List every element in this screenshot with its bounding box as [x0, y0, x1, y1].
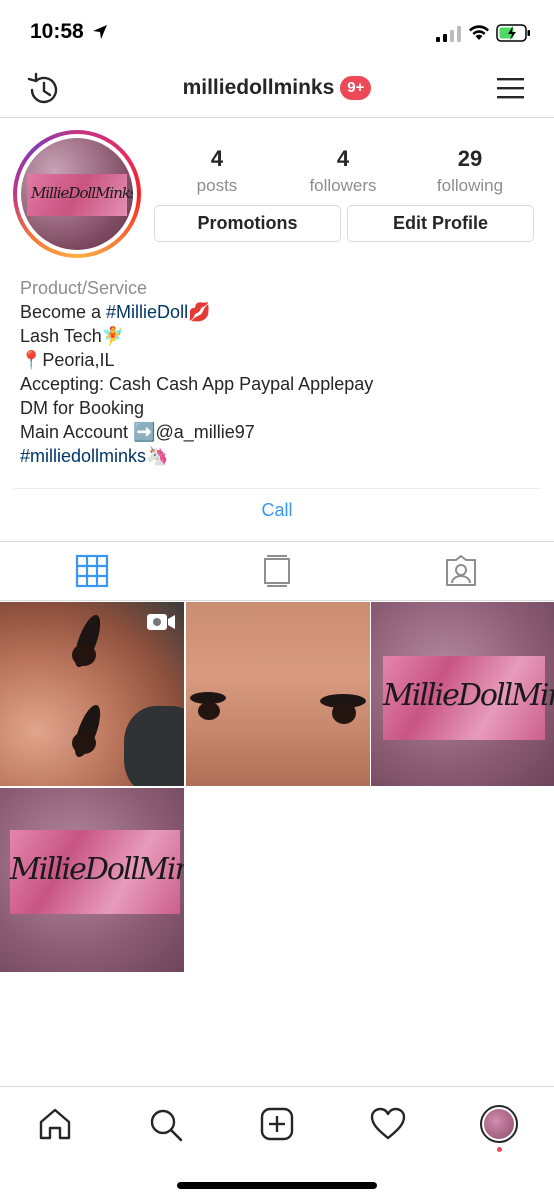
followers-label: followers: [309, 176, 377, 195]
avatar-logo-text: MillieDollMinks: [31, 184, 133, 202]
profile-header-bar: milliedollminks 9+: [0, 64, 554, 118]
profile-bio: Product/Service Become a #MillieDoll💋 La…: [20, 276, 540, 468]
activity-heart-icon[interactable]: [370, 1107, 406, 1141]
post-thumbnail[interactable]: MillieDollMinks: [371, 602, 554, 786]
bio-line-2: Lash Tech🧚: [20, 326, 125, 346]
hamburger-menu-icon[interactable]: [496, 74, 526, 102]
hashtag-link[interactable]: #MillieDoll: [106, 302, 188, 322]
home-indicator[interactable]: [177, 1182, 377, 1189]
bio-line-1: Become a #MillieDoll💋: [20, 302, 211, 322]
notification-dot: [497, 1147, 502, 1152]
bio-line-3: 📍Peoria,IL: [20, 350, 115, 370]
status-time: 10:58: [30, 20, 84, 43]
post-thumbnail[interactable]: [186, 602, 370, 786]
promotions-button[interactable]: Promotions: [154, 205, 341, 242]
home-icon[interactable]: [38, 1107, 72, 1141]
divider: [13, 488, 541, 489]
location-arrow-icon: [93, 25, 107, 39]
bio-line-5: DM for Booking: [20, 398, 145, 418]
bio-category: Product/Service: [20, 278, 148, 298]
bio-line-4: Accepting: Cash Cash App Paypal Applepay: [20, 374, 374, 394]
video-camera-icon: [147, 614, 175, 630]
avatar-image: MillieDollMinks: [21, 138, 133, 250]
followers-count: 4: [336, 146, 350, 171]
post-thumbnail[interactable]: MillieDollMinks: [0, 788, 184, 972]
bio-line-7: #milliedollminks🦄: [20, 446, 169, 466]
battery-charging-icon: [496, 24, 530, 42]
grid-icon[interactable]: [75, 554, 109, 588]
tagged-icon[interactable]: [444, 554, 478, 588]
stat-followers[interactable]: 4 followers: [288, 146, 398, 196]
posts-label: posts: [196, 176, 238, 195]
igtv-icon[interactable]: [262, 554, 292, 588]
call-button[interactable]: Call: [0, 500, 554, 521]
flyer-text: MillieDollMinks: [383, 678, 554, 713]
stat-posts[interactable]: 4 posts: [162, 146, 272, 196]
hashtag-link[interactable]: #milliedollminks: [20, 446, 146, 466]
bio-line-6: Main Account ➡️@a_millie97: [20, 422, 255, 442]
following-count: 29: [457, 146, 483, 171]
cellular-signal-icon: [436, 26, 461, 42]
notification-badge: 9+: [340, 76, 372, 100]
flyer-text: MillieDollMinks: [10, 852, 184, 887]
profile-username[interactable]: milliedollminks: [183, 76, 335, 99]
profile-avatar[interactable]: MillieDollMinks: [13, 130, 141, 258]
posts-count: 4: [210, 146, 224, 171]
new-post-icon[interactable]: [260, 1107, 294, 1141]
status-bar: 10:58: [0, 0, 554, 64]
profile-tabs: [0, 541, 554, 601]
profile-avatar-icon[interactable]: [480, 1105, 518, 1143]
post-thumbnail[interactable]: [0, 602, 184, 786]
following-label: following: [436, 176, 504, 195]
stat-following[interactable]: 29 following: [415, 146, 525, 196]
wifi-icon: [469, 25, 489, 40]
search-icon[interactable]: [148, 1107, 184, 1143]
edit-profile-button[interactable]: Edit Profile: [347, 205, 534, 242]
